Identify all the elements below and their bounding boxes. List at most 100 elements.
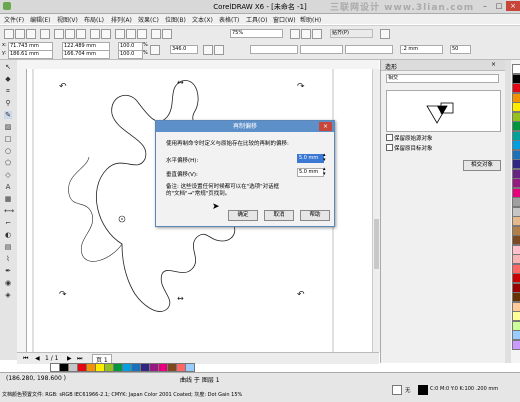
- palette-swatch[interactable]: [512, 235, 520, 245]
- transparency-tool-icon[interactable]: ▤: [4, 243, 12, 251]
- app-launcher-icon[interactable]: [151, 29, 161, 39]
- horizontal-offset-spinner[interactable]: ▴ ▾: [323, 153, 326, 163]
- interactive-fill-icon[interactable]: ◈: [4, 291, 12, 299]
- last-page-button[interactable]: ⏭: [77, 355, 82, 363]
- palette-swatch[interactable]: [512, 254, 520, 264]
- palette-swatch[interactable]: [512, 140, 520, 150]
- scale-y-field[interactable]: 100.0: [118, 50, 143, 59]
- crop-tool-icon[interactable]: ⌗: [4, 87, 12, 95]
- palette-swatch[interactable]: [512, 244, 520, 255]
- zoom-tool-icon[interactable]: ⚲: [4, 99, 12, 107]
- text-tool-icon[interactable]: A: [4, 183, 12, 191]
- polygon-tool-icon[interactable]: ⬠: [4, 159, 12, 167]
- menu-bitmaps[interactable]: 位图(B): [165, 15, 186, 24]
- line-style-select[interactable]: [300, 45, 343, 54]
- palette-swatch[interactable]: [512, 159, 520, 169]
- vertical-scrollbar[interactable]: [372, 69, 380, 352]
- mirror-vertical-icon[interactable]: [214, 45, 224, 55]
- curve-smoothing-field[interactable]: 50: [450, 45, 471, 54]
- palette-swatch[interactable]: [512, 178, 520, 188]
- menu-text[interactable]: 文本(X): [192, 15, 213, 24]
- menu-table[interactable]: 表格(T): [219, 15, 239, 24]
- basic-shapes-icon[interactable]: ◇: [4, 171, 12, 179]
- palette-swatch[interactable]: [512, 273, 520, 283]
- palette-swatch[interactable]: [512, 206, 520, 217]
- palette-swatch[interactable]: [512, 121, 520, 131]
- new-icon[interactable]: [4, 29, 14, 39]
- welcome-icon[interactable]: [162, 29, 172, 39]
- palette-swatch[interactable]: [512, 83, 520, 93]
- menu-tools[interactable]: 工具(O): [246, 15, 267, 24]
- lock-ratio-icon[interactable]: [150, 45, 160, 55]
- prev-page-button[interactable]: ◀: [35, 355, 40, 362]
- menu-view[interactable]: 视图(V): [57, 15, 78, 24]
- copy-icon[interactable]: [65, 29, 75, 39]
- save-icon[interactable]: [26, 29, 36, 39]
- next-page-button[interactable]: ▶: [67, 355, 72, 362]
- palette-swatch[interactable]: [512, 73, 520, 84]
- docker-close-icon[interactable]: ×: [491, 61, 496, 68]
- open-icon[interactable]: [15, 29, 25, 39]
- palette-swatch[interactable]: [512, 330, 520, 340]
- ok-button[interactable]: 确定: [228, 210, 258, 221]
- palette-swatch[interactable]: [512, 311, 520, 321]
- scrollbar-thumb[interactable]: [374, 219, 379, 269]
- vertical-offset-field[interactable]: 5.0 mm: [297, 168, 324, 177]
- outline-width-select[interactable]: .2 mm: [400, 45, 443, 54]
- print-icon[interactable]: [40, 29, 50, 39]
- blend-tool-icon[interactable]: ◐: [4, 231, 12, 239]
- palette-swatch[interactable]: [512, 320, 520, 331]
- minimize-button[interactable]: –: [478, 1, 492, 11]
- palette-swatch[interactable]: [512, 292, 520, 302]
- dialog-close-button[interactable]: ×: [319, 122, 332, 131]
- fill-tool-icon[interactable]: ◉: [4, 279, 12, 287]
- options-icon[interactable]: [380, 29, 390, 39]
- import-icon[interactable]: [126, 29, 136, 39]
- mirror-horizontal-icon[interactable]: [203, 45, 213, 55]
- redo-icon[interactable]: [101, 29, 111, 39]
- shape-tool-icon[interactable]: ◆: [4, 75, 12, 83]
- pick-tool-icon[interactable]: ↖: [4, 63, 12, 71]
- zoom-select[interactable]: 75%: [230, 29, 283, 38]
- menu-effects[interactable]: 效果(C): [138, 15, 159, 24]
- dimension-tool-icon[interactable]: ⟷: [4, 207, 14, 215]
- palette-swatch[interactable]: [512, 197, 520, 207]
- vertical-offset-spinner[interactable]: ▴ ▾: [323, 167, 326, 177]
- horizontal-offset-field[interactable]: 5.0 mm: [297, 154, 324, 163]
- export-icon[interactable]: [137, 29, 147, 39]
- maximize-button[interactable]: □: [492, 1, 506, 11]
- palette-swatch[interactable]: [512, 168, 520, 179]
- grid-icon[interactable]: [312, 29, 322, 39]
- palette-swatch[interactable]: [512, 149, 520, 160]
- document-palette-swatch[interactable]: [185, 363, 195, 372]
- color-profile-info[interactable]: 文档颜色预置文件: RGB: sRGB IEC61966-2.1; CMYK: …: [2, 391, 242, 398]
- palette-swatch[interactable]: [512, 263, 520, 274]
- palette-swatch[interactable]: [512, 216, 520, 226]
- palette-swatch[interactable]: [512, 187, 520, 198]
- search-icon[interactable]: [115, 29, 125, 39]
- height-field[interactable]: 166.704 mm: [62, 50, 110, 59]
- intersect-button[interactable]: 相交对象: [463, 160, 501, 171]
- menu-arrange[interactable]: 排列(A): [111, 15, 132, 24]
- menu-help[interactable]: 帮助(H): [300, 15, 321, 24]
- connector-tool-icon[interactable]: ⌐: [4, 219, 12, 227]
- table-tool-icon[interactable]: ▦: [4, 195, 12, 203]
- rotation-angle-field[interactable]: 346.0: [170, 45, 198, 54]
- palette-swatch[interactable]: [512, 339, 520, 350]
- menu-layout[interactable]: 布局(L): [84, 15, 104, 24]
- first-page-button[interactable]: ⏮: [23, 355, 28, 363]
- palette-swatch[interactable]: [512, 225, 520, 236]
- close-button[interactable]: ×: [506, 1, 520, 11]
- eyedropper-tool-icon[interactable]: ⌇: [4, 255, 12, 263]
- ellipse-tool-icon[interactable]: ○: [4, 147, 12, 155]
- shaping-mode-select[interactable]: 相交: [386, 74, 499, 83]
- help-button[interactable]: 帮助: [300, 210, 330, 221]
- cancel-button[interactable]: 取消: [264, 210, 294, 221]
- menu-edit[interactable]: 编辑(E): [30, 15, 50, 24]
- cut-icon[interactable]: [54, 29, 64, 39]
- rulers-icon[interactable]: [301, 29, 311, 39]
- palette-swatch[interactable]: [512, 130, 520, 141]
- palette-swatch[interactable]: [512, 301, 520, 312]
- line-style-start-select[interactable]: [250, 45, 298, 54]
- keep-target-checkbox[interactable]: [386, 144, 393, 151]
